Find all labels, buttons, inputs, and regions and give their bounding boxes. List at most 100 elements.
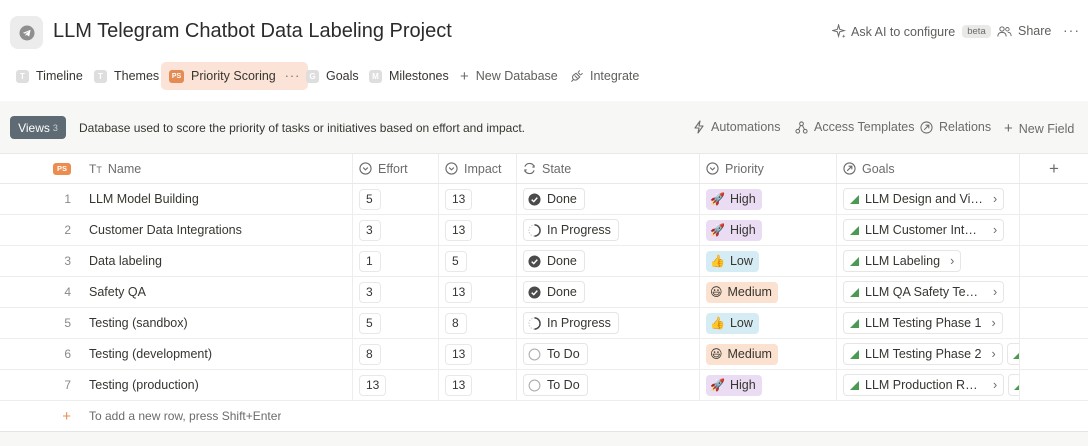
row-state-cell[interactable]: Done — [517, 246, 700, 276]
row-impact-cell[interactable]: 13 — [439, 339, 517, 369]
state-pill[interactable]: In Progress — [523, 219, 619, 241]
column-label: Priority — [725, 161, 764, 176]
tab-timeline[interactable]: T Timeline — [16, 62, 83, 90]
goal-chip-extra[interactable] — [1008, 374, 1019, 396]
priority-pill[interactable]: 🚀 High — [706, 374, 762, 396]
row-name-cell[interactable]: Testing (sandbox) — [82, 308, 353, 338]
tab-themes[interactable]: T Themes — [94, 62, 159, 90]
views-button[interactable]: Views 3 — [10, 116, 66, 139]
row-priority-cell[interactable]: 👍 Low — [700, 308, 837, 338]
row-goals-cell[interactable]: LLM Customer Integ… › — [837, 215, 1020, 245]
table-row[interactable]: 5 Testing (sandbox) 5 8 In Progress 👍 Low LLM T… — [0, 308, 1088, 339]
row-state-cell[interactable]: To Do — [517, 370, 700, 400]
row-priority-cell[interactable]: 🚀 High — [700, 215, 837, 245]
priority-pill[interactable]: 👍 Low — [706, 250, 759, 272]
row-effort-cell[interactable]: 5 — [353, 184, 439, 214]
goal-chip[interactable]: LLM QA Safety Testing › — [843, 281, 1005, 303]
priority-pill[interactable]: 😃 Medium — [706, 343, 778, 365]
column-header-impact[interactable]: Impact — [439, 154, 517, 183]
column-header-goals[interactable]: Goals — [837, 154, 1020, 183]
priority-pill[interactable]: 🚀 High — [706, 219, 762, 241]
row-priority-cell[interactable]: 🚀 High — [700, 184, 837, 214]
automations-button[interactable]: Automations — [693, 120, 780, 134]
row-state-cell[interactable]: In Progress — [517, 308, 700, 338]
row-effort-cell[interactable]: 1 — [353, 246, 439, 276]
row-goals-cell[interactable]: LLM Design and Visi… › — [837, 184, 1020, 214]
state-pill[interactable]: In Progress — [523, 312, 619, 334]
row-name-cell[interactable]: Customer Data Integrations — [82, 215, 353, 245]
table-row[interactable]: 2 Customer Data Integrations 3 13 In Progres… — [0, 215, 1088, 246]
goal-chip-extra[interactable] — [1006, 343, 1019, 365]
new-database-button[interactable]: + New Database — [460, 62, 558, 90]
row-impact-cell[interactable]: 13 — [439, 277, 517, 307]
row-goals-cell[interactable]: LLM QA Safety Testing › — [837, 277, 1020, 307]
row-state-cell[interactable]: Done — [517, 277, 700, 307]
state-pill[interactable]: Done — [523, 250, 585, 272]
add-row-plus[interactable]: + — [0, 401, 82, 431]
add-row[interactable]: + To add a new row, press Shift+Enter — [0, 401, 1088, 432]
state-pill[interactable]: To Do — [523, 343, 588, 365]
row-goals-cell[interactable]: LLM Labeling › — [837, 246, 1020, 276]
table-row[interactable]: 3 Data labeling 1 5 Done 👍 Low LLM Labeling › — [0, 246, 1088, 277]
priority-pill[interactable]: 😃 Medium — [706, 281, 778, 303]
row-name-cell[interactable]: Data labeling — [82, 246, 353, 276]
goal-chip[interactable]: LLM Design and Visi… › — [843, 188, 1005, 210]
state-pill[interactable]: Done — [523, 281, 585, 303]
table-row[interactable]: 4 Safety QA 3 13 Done 😃 Medium LLM QA Safety Te… — [0, 277, 1088, 308]
column-header-state[interactable]: State — [517, 154, 700, 183]
state-pill[interactable]: Done — [523, 188, 585, 210]
column-header-name[interactable]: TT Name — [82, 154, 353, 183]
row-impact-cell[interactable]: 13 — [439, 215, 517, 245]
access-templates-button[interactable]: Access Templates — [795, 120, 915, 134]
row-priority-cell[interactable]: 😃 Medium — [700, 339, 837, 369]
new-field-button[interactable]: + New Field — [1004, 120, 1074, 137]
state-pill[interactable]: To Do — [523, 374, 588, 396]
goal-chip[interactable]: LLM Customer Integ… › — [843, 219, 1005, 241]
priority-pill[interactable]: 👍 Low — [706, 312, 759, 334]
row-name-cell[interactable]: Testing (production) — [82, 370, 353, 400]
row-goals-cell[interactable]: LLM Testing Phase 1 › — [837, 308, 1020, 338]
priority-label: High — [729, 192, 756, 206]
more-options-icon[interactable]: ··· — [1063, 22, 1080, 38]
tab-more-icon[interactable]: ··· — [285, 69, 301, 83]
row-priority-cell[interactable]: 😃 Medium — [700, 277, 837, 307]
row-effort-cell[interactable]: 8 — [353, 339, 439, 369]
row-impact-cell[interactable]: 13 — [439, 370, 517, 400]
goal-chip[interactable]: LLM Labeling › — [843, 250, 962, 272]
row-goals-cell[interactable]: LLM Testing Phase 2 › — [837, 339, 1020, 369]
goal-chip[interactable]: LLM Production Rele… › — [843, 374, 1005, 396]
add-column-button[interactable]: + — [1020, 154, 1088, 183]
row-name-cell[interactable]: Testing (development) — [82, 339, 353, 369]
row-effort-cell[interactable]: 3 — [353, 277, 439, 307]
tab-priority-scoring[interactable]: PS Priority Scoring ··· — [161, 62, 309, 90]
goal-chip[interactable]: LLM Testing Phase 2 › — [843, 343, 1003, 365]
row-state-cell[interactable]: Done — [517, 184, 700, 214]
relations-button[interactable]: Relations — [920, 120, 991, 134]
row-priority-cell[interactable]: 🚀 High — [700, 370, 837, 400]
text-type-icon: TT — [89, 161, 102, 176]
tab-milestones[interactable]: M Milestones — [369, 62, 449, 90]
integrate-button[interactable]: Integrate — [570, 62, 639, 90]
share-button[interactable]: Share — [997, 24, 1051, 38]
table-row[interactable]: 1 LLM Model Building 5 13 Done 🚀 High LLM Desig… — [0, 184, 1088, 215]
priority-pill[interactable]: 🚀 High — [706, 188, 762, 210]
table-row[interactable]: 6 Testing (development) 8 13 To Do 😃 Medium LLM… — [0, 339, 1088, 370]
row-effort-cell[interactable]: 3 — [353, 215, 439, 245]
table-row[interactable]: 7 Testing (production) 13 13 To Do 🚀 High LLM P… — [0, 370, 1088, 401]
row-name-cell[interactable]: LLM Model Building — [82, 184, 353, 214]
column-header-effort[interactable]: Effort — [353, 154, 439, 183]
goal-chip[interactable]: LLM Testing Phase 1 › — [843, 312, 1003, 334]
row-effort-cell[interactable]: 13 — [353, 370, 439, 400]
row-state-cell[interactable]: To Do — [517, 339, 700, 369]
ask-ai-button[interactable]: Ask AI to configure beta — [832, 24, 991, 39]
row-state-cell[interactable]: In Progress — [517, 215, 700, 245]
row-goals-cell[interactable]: LLM Production Rele… › — [837, 370, 1020, 400]
row-name-cell[interactable]: Safety QA — [82, 277, 353, 307]
row-effort-cell[interactable]: 5 — [353, 308, 439, 338]
column-header-priority[interactable]: Priority — [700, 154, 837, 183]
row-impact-cell[interactable]: 5 — [439, 246, 517, 276]
row-priority-cell[interactable]: 👍 Low — [700, 246, 837, 276]
row-impact-cell[interactable]: 8 — [439, 308, 517, 338]
tab-goals[interactable]: G Goals — [306, 62, 359, 90]
row-impact-cell[interactable]: 13 — [439, 184, 517, 214]
